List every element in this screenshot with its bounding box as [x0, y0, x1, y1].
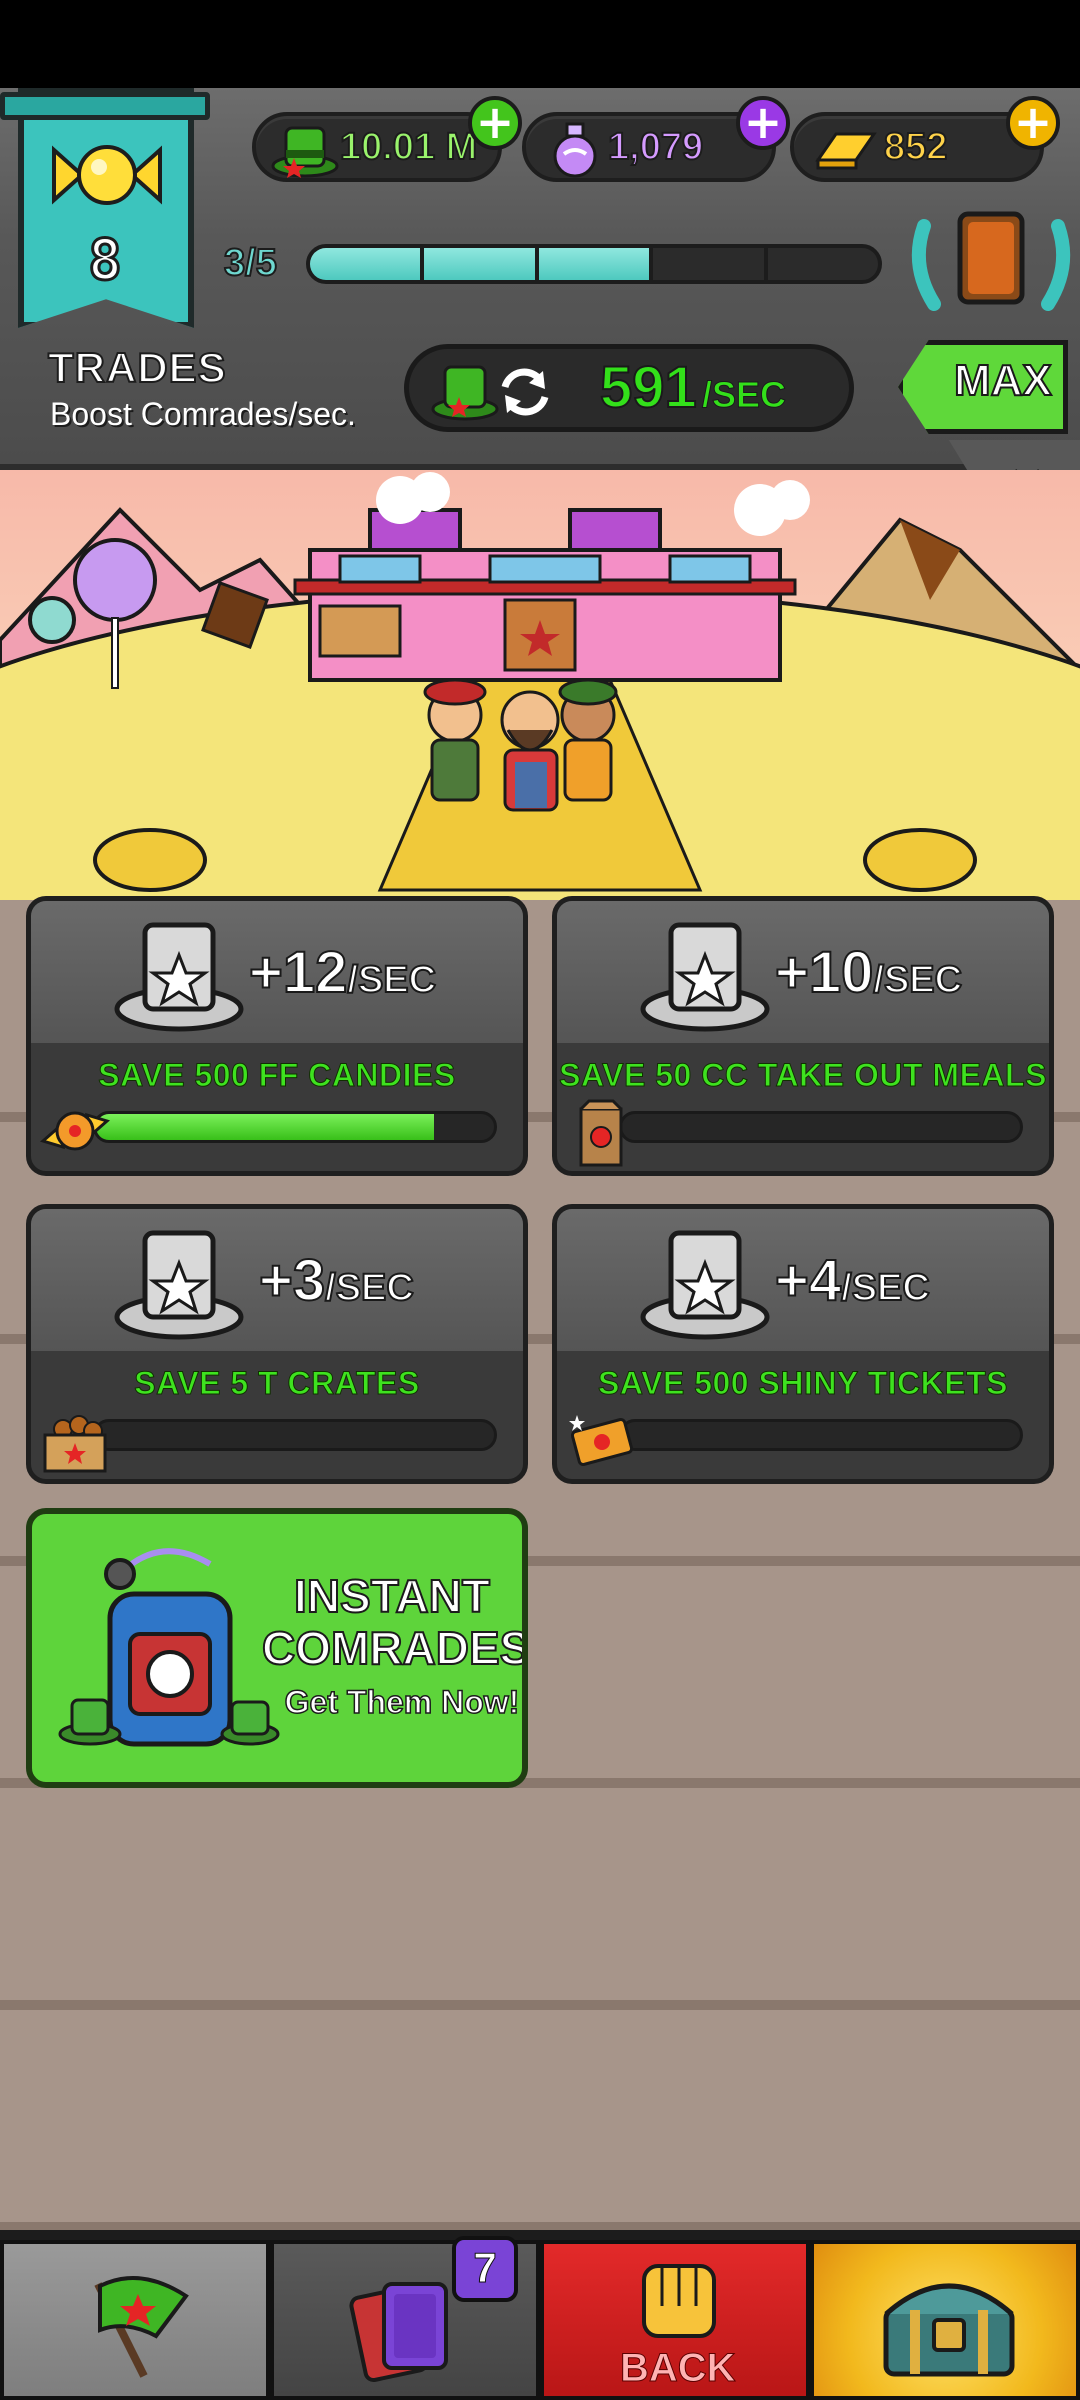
ad-title-line1: INSTANT [293, 1569, 491, 1623]
trade-card-takeout[interactable]: +10/SEC SAVE 50 CC TAKE OUT MEALS [552, 896, 1054, 1176]
trade-card-crates[interactable]: +3/SEC SAVE 5 T CRATES [26, 1204, 528, 1484]
treasure-chest-icon [883, 2283, 1015, 2377]
buy-hats-button[interactable]: + [468, 96, 522, 150]
ad-cta: Get Them Now! [284, 1683, 520, 1721]
rate-value: 591 [599, 354, 698, 421]
hat-refresh-icon [431, 365, 549, 421]
progress-segment [653, 248, 768, 280]
crate-icon [43, 1415, 107, 1473]
card-rate-unit: /SEC [840, 1266, 931, 1310]
nav-chest-button[interactable] [810, 2240, 1080, 2400]
trades-title: TRADES [47, 343, 227, 392]
status-bar [0, 0, 1080, 88]
card-goal-text: SAVE 50 CC TAKE OUT MEALS [559, 1057, 1047, 1094]
card-rate-value: +12 [248, 939, 348, 1006]
card-rate-value: +4 [774, 1247, 842, 1314]
comrades-group [423, 678, 618, 812]
hats-value: 10.01 M [339, 125, 478, 169]
top-hat-icon [114, 1230, 244, 1340]
potion-icon [553, 122, 597, 178]
flag-icon [94, 2276, 189, 2378]
card-goal-text: SAVE 5 T CRATES [134, 1365, 420, 1402]
ticket-icon [569, 1415, 634, 1467]
potions-value: 1,079 [607, 125, 704, 169]
progress-segment [424, 248, 539, 280]
card-goal-text: SAVE 500 SHINY TICKETS [598, 1365, 1008, 1402]
progress-segment [768, 248, 878, 280]
trade-card-candies[interactable]: +12/SEC SAVE 500 FF CANDIES [26, 896, 528, 1176]
level-progress-text: 3/5 [223, 241, 278, 285]
takeout-bag-icon [579, 1099, 623, 1167]
fist-icon [642, 2264, 716, 2338]
card-progress-bar [619, 1419, 1023, 1451]
card-progress-bar [619, 1111, 1023, 1143]
gold-bar-icon [815, 132, 877, 170]
progress-segment [310, 248, 425, 280]
factory-scene [0, 470, 1080, 910]
card-rate-value: +10 [774, 939, 874, 1006]
green-hat-icon [271, 126, 339, 178]
trade-card-tickets[interactable]: +4/SEC SAVE 500 SHINY TICKETS [552, 1204, 1054, 1484]
candy-icon [52, 145, 162, 205]
buy-potions-button[interactable]: + [736, 96, 790, 150]
nav-flag-button[interactable] [0, 2240, 270, 2400]
card-progress-bar [93, 1419, 497, 1451]
bottom-nav [0, 2230, 1080, 2400]
level-banner-rod [0, 92, 210, 120]
level-number: 8 [87, 227, 124, 295]
cards-badge: 7 [452, 2236, 518, 2302]
buy-gold-button[interactable]: + [1006, 96, 1060, 150]
hats-currency: 10.01 M [252, 112, 502, 182]
level-progress-bar [306, 244, 882, 284]
top-hat-icon [640, 1230, 770, 1340]
progress-segment [538, 248, 654, 280]
instant-comrades-ad[interactable]: INSTANT COMRADES! Get Them Now! [26, 1508, 528, 1788]
max-label: MAX [953, 355, 1053, 406]
card-progress-bar [93, 1111, 497, 1143]
ad-title-line2: COMRADES! [261, 1621, 528, 1675]
backpack-icon [58, 1548, 280, 1747]
card-goal-text: SAVE 500 FF CANDIES [98, 1057, 456, 1094]
card-rate-unit: /SEC [872, 958, 963, 1002]
rate-unit: /SEC [701, 374, 787, 416]
trades-subtitle: Boost Comrades/sec. [50, 396, 356, 432]
card-rate-unit: /SEC [346, 958, 437, 1002]
gold-value: 852 [883, 125, 948, 169]
top-hat-icon [640, 922, 770, 1032]
card-rate-unit: /SEC [324, 1266, 415, 1310]
card-progress-fill [96, 1114, 435, 1140]
card-rate-value: +3 [258, 1247, 326, 1314]
top-hat-icon [114, 922, 244, 1032]
card-collection-button[interactable] [906, 206, 1076, 316]
candy-icon [39, 1111, 111, 1151]
back-label: BACK [620, 2346, 737, 2391]
